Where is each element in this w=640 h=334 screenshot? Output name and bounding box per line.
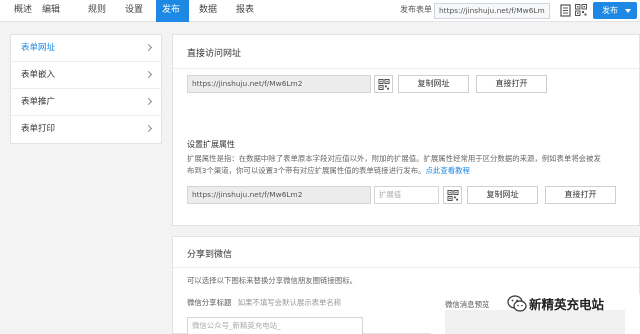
sidebar-item-label: 表单推广 bbox=[21, 97, 56, 107]
tab-edit[interactable]: 编辑 bbox=[38, 0, 68, 22]
divider bbox=[173, 68, 639, 69]
extension-value-input[interactable]: 扩展值 bbox=[374, 186, 439, 204]
sidebar-item-label: 表单网址 bbox=[21, 43, 56, 53]
sidebar-item-form-print[interactable]: 表单打印 bbox=[11, 116, 161, 143]
publish-url-field[interactable]: https://jinshuju.net/f/Mw6Lm bbox=[434, 3, 550, 19]
tab-data[interactable]: 数据 bbox=[199, 0, 227, 22]
tab-settings[interactable]: 设置 bbox=[125, 0, 153, 22]
extension-url-field[interactable]: https://jinshuju.net/f/Mw6Lm2 bbox=[187, 186, 371, 204]
tab-publish[interactable]: 发布 bbox=[156, 0, 189, 22]
sidebar-item-form-promote[interactable]: 表单推广 bbox=[11, 89, 161, 116]
share-title-label-text: 微信分享标题 bbox=[187, 298, 232, 307]
publish-button[interactable]: 发布 bbox=[593, 2, 637, 19]
chevron-right-icon bbox=[144, 97, 153, 106]
extension-description-line1: 扩展属性是指：在数据中除了表单原本字段对应值以外，附加的扩展值。扩展属性经常用于… bbox=[187, 154, 601, 163]
open-url-button[interactable]: 直接打开 bbox=[476, 75, 547, 93]
qrcode-icon bbox=[447, 190, 459, 201]
chevron-right-icon bbox=[144, 124, 153, 133]
direct-url-field[interactable]: https://jinshuju.net/f/Mw6Lm2 bbox=[187, 75, 371, 93]
tab-reports[interactable]: 报表 bbox=[236, 0, 264, 22]
preview-label: 微信消息预览 bbox=[445, 300, 490, 309]
document-icon[interactable] bbox=[560, 4, 572, 17]
share-title-hint: 如果不填写会默认展示表单名称 bbox=[237, 298, 342, 307]
qrcode-icon bbox=[378, 79, 390, 90]
publish-button-label: 发布 bbox=[602, 6, 618, 15]
qrcode-button[interactable] bbox=[443, 186, 462, 204]
qrcode-button[interactable] bbox=[374, 75, 393, 93]
top-nav-bar: 概述 编辑 规则 设置 发布 数据 报表 发布表单 https://jinshu… bbox=[0, 0, 640, 22]
wechat-description: 可以选择以下图标来替换分享微信朋友圈链接图标。 bbox=[187, 276, 357, 285]
share-title-label: 微信分享标题 如果不填写会默认展示表单名称 bbox=[187, 297, 341, 309]
share-title-input[interactable]: 微信公众号_新精英充电站_ bbox=[187, 317, 363, 334]
divider bbox=[173, 267, 639, 268]
form-url-panel: 直接访问网址 https://jinshuju.net/f/Mw6Lm2 复制网… bbox=[172, 34, 640, 226]
direct-access-title: 直接访问网址 bbox=[187, 49, 242, 59]
tutorial-link[interactable]: 点此查看教程 bbox=[426, 166, 470, 175]
extension-title: 设置扩展属性 bbox=[187, 140, 235, 149]
chevron-right-icon bbox=[144, 43, 153, 52]
sidebar-item-form-embed[interactable]: 表单嵌入 bbox=[11, 62, 161, 89]
sidebar: 表单网址 表单嵌入 表单推广 表单打印 bbox=[10, 34, 162, 144]
sidebar-item-form-url[interactable]: 表单网址 bbox=[11, 35, 161, 62]
tab-overview[interactable]: 概述 bbox=[8, 0, 36, 22]
extension-description: 扩展属性是指：在数据中除了表单原本字段对应值以外，附加的扩展值。扩展属性经常用于… bbox=[187, 153, 637, 177]
wechat-share-title: 分享到微信 bbox=[187, 250, 233, 260]
watermark-text: 新精英充电站 bbox=[529, 297, 605, 312]
publish-form-label: 发布表单 bbox=[400, 5, 432, 14]
chevron-right-icon bbox=[144, 70, 153, 79]
chevron-down-icon bbox=[625, 9, 631, 13]
sidebar-item-label: 表单打印 bbox=[21, 124, 56, 134]
watermark: 新精英充电站 bbox=[505, 292, 625, 316]
qrcode-icon[interactable] bbox=[575, 4, 587, 17]
tab-rules[interactable]: 规则 bbox=[88, 0, 116, 22]
copy-extension-url-button[interactable]: 复制网址 bbox=[467, 186, 538, 204]
open-extension-url-button[interactable]: 直接打开 bbox=[545, 186, 616, 204]
extension-description-line2: 布到3个渠道，你可以设置3个带有对应扩展属性值的表单链接进行发布。 bbox=[187, 166, 426, 175]
copy-url-button[interactable]: 复制网址 bbox=[398, 75, 469, 93]
wechat-logo-icon bbox=[507, 295, 527, 312]
sidebar-item-label: 表单嵌入 bbox=[21, 70, 56, 80]
